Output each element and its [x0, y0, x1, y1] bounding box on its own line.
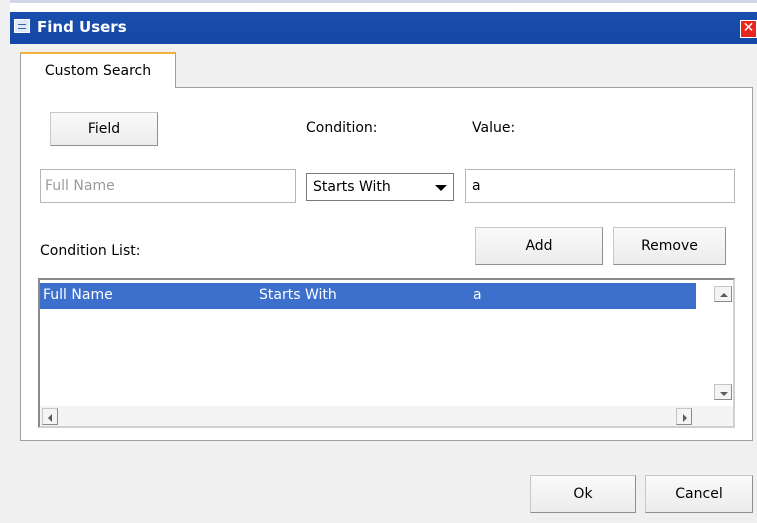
vertical-scrollbar[interactable]	[700, 280, 733, 406]
field-button[interactable]: Field	[50, 112, 158, 146]
field-name-input[interactable]: Full Name	[40, 169, 296, 203]
remove-button[interactable]: Remove	[613, 227, 726, 265]
condition-list-label: Condition List:	[40, 243, 141, 259]
horizontal-scrollbar[interactable]	[40, 406, 733, 426]
value-label: Value:	[472, 120, 516, 136]
window-title: Find Users	[37, 18, 127, 36]
scroll-left-button[interactable]	[42, 408, 58, 425]
condition-label: Condition:	[306, 120, 378, 136]
tab-label: Custom Search	[44, 63, 152, 79]
window-app-icon	[14, 19, 30, 33]
condition-list[interactable]: Full Name Starts With a	[38, 278, 735, 428]
cancel-button[interactable]: Cancel	[645, 475, 753, 513]
close-button[interactable]: ✕	[740, 20, 757, 38]
arrow-right-icon	[683, 414, 687, 422]
add-button[interactable]: Add	[475, 227, 603, 265]
title-bar-top-edge	[10, 0, 757, 3]
scroll-down-button[interactable]	[714, 384, 732, 400]
value-input-text: a	[472, 178, 481, 194]
title-bar[interactable]: Find Users ✕	[10, 0, 757, 44]
list-item[interactable]: Full Name Starts With a	[40, 283, 696, 309]
condition-select-value: Starts With	[313, 179, 391, 195]
ok-button[interactable]: Ok	[530, 475, 636, 513]
list-item-field: Full Name	[43, 287, 113, 303]
scroll-up-button[interactable]	[714, 286, 732, 302]
close-icon: ✕	[742, 20, 755, 36]
field-name-placeholder: Full Name	[45, 178, 115, 194]
scroll-right-button[interactable]	[676, 408, 692, 425]
arrow-up-icon	[720, 293, 728, 297]
list-item-condition: Starts With	[259, 287, 337, 303]
value-input[interactable]: a	[465, 169, 735, 203]
chevron-down-icon[interactable]	[435, 185, 447, 191]
arrow-down-icon	[720, 392, 728, 396]
list-item-value: a	[473, 287, 482, 303]
arrow-left-icon	[48, 414, 52, 422]
condition-select[interactable]: Starts With	[306, 173, 454, 201]
tab-custom-search[interactable]: Custom Search	[20, 52, 176, 88]
